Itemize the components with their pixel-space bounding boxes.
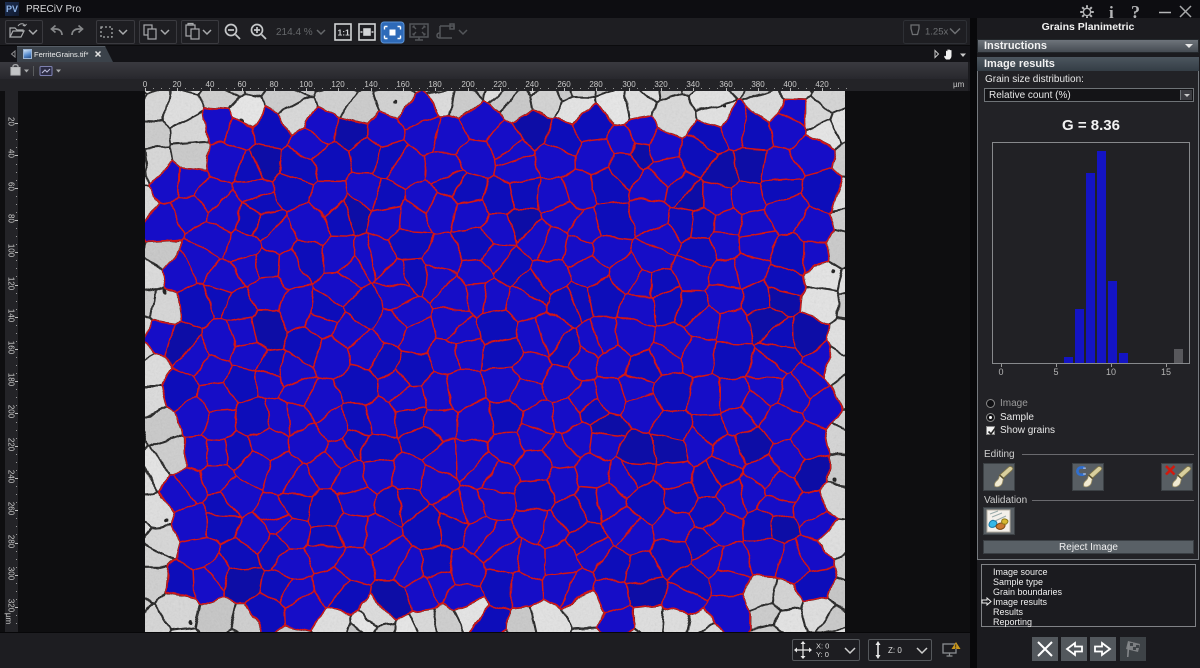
svg-text:Y: 0: Y: 0: [816, 650, 829, 659]
svg-text:!: !: [955, 645, 957, 651]
svg-text:Z: 0: Z: 0: [888, 646, 902, 655]
svg-text:1:1: 1:1: [338, 28, 351, 38]
svg-text:214.4 %: 214.4 %: [276, 27, 313, 38]
svg-text:1.25x: 1.25x: [925, 27, 948, 38]
